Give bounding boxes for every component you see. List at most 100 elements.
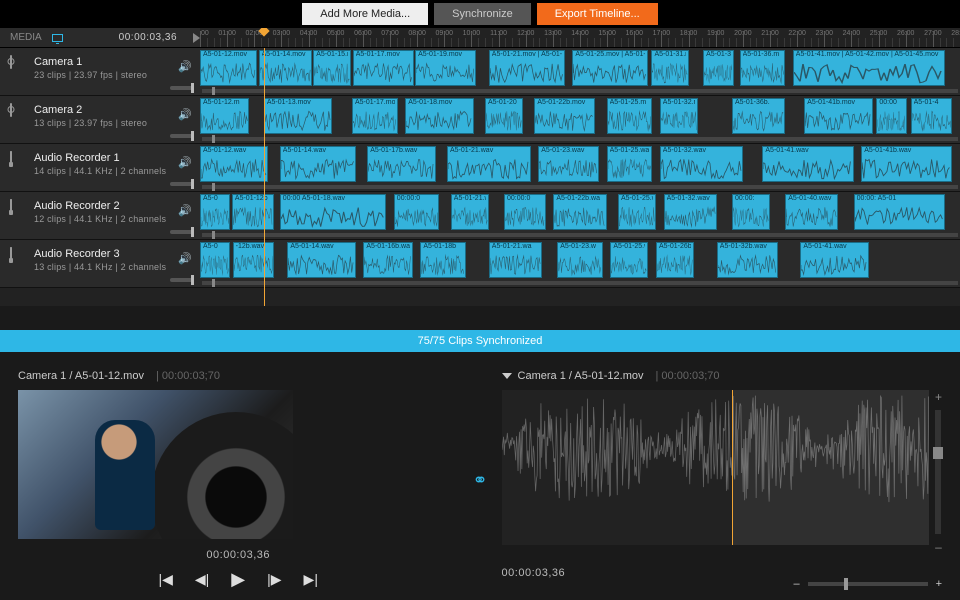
track-volume-slider[interactable]: [170, 230, 194, 234]
track-lane[interactable]: A5-01-12.mA5-01-13.movA5-01-17.movA5-01-…: [200, 96, 960, 143]
clip[interactable]: A5-01-22b.wa: [553, 194, 606, 230]
speaker-icon[interactable]: 🔊: [178, 156, 192, 169]
track-volume-slider[interactable]: [170, 86, 194, 90]
clip[interactable]: A5-01-41b.wav: [861, 146, 952, 182]
clip[interactable]: A5-01-14.mov: [259, 50, 312, 86]
clip[interactable]: A5-01-41.mov | A5-01-42.mov | A5-01-45.m…: [793, 50, 945, 86]
clip[interactable]: A5-01-12.mov: [200, 50, 257, 86]
track-offset-slider[interactable]: [202, 281, 958, 285]
monitor-icon[interactable]: [52, 34, 63, 42]
speaker-icon[interactable]: 🔊: [178, 108, 192, 121]
synchronize-button[interactable]: Synchronize: [434, 3, 531, 25]
track-offset-slider[interactable]: [202, 233, 958, 237]
clip[interactable]: A5-01-12.m: [200, 98, 249, 134]
add-media-button[interactable]: Add More Media...: [302, 3, 428, 25]
clip[interactable]: A5-01-4: [911, 98, 953, 134]
track-volume-slider[interactable]: [170, 278, 194, 282]
clip[interactable]: A5-01-25.w: [618, 194, 656, 230]
clip[interactable]: A5-01-41b.mov: [804, 98, 872, 134]
play-icon[interactable]: [193, 33, 200, 43]
clip[interactable]: 00:00: [876, 98, 906, 134]
clip[interactable]: A5-01-18b: [420, 242, 466, 278]
track-header[interactable]: Camera 123 clips | 23.97 fps | stereo🔊: [0, 48, 200, 95]
waveform-playhead[interactable]: [732, 390, 733, 545]
clip[interactable]: A5-01-16b.wav: [363, 242, 412, 278]
clip[interactable]: A5-01-25.w: [610, 242, 648, 278]
h-zoom-in[interactable]: +: [936, 578, 942, 590]
h-zoom-slider[interactable]: [808, 582, 928, 586]
clip[interactable]: A5-01-25.m: [607, 98, 653, 134]
step-forward-button[interactable]: |▶: [267, 571, 281, 588]
video-preview[interactable]: [18, 390, 293, 539]
track-header[interactable]: Audio Recorder 114 clips | 44.1 KHz | 2 …: [0, 144, 200, 191]
clip[interactable]: 00:00 A5-01-18.wav: [280, 194, 386, 230]
export-timeline-button[interactable]: Export Timeline...: [537, 3, 658, 25]
track-offset-slider[interactable]: [202, 137, 958, 141]
clip[interactable]: A5-01-21.wav: [447, 146, 531, 182]
track-header[interactable]: Audio Recorder 313 clips | 44.1 KHz | 2 …: [0, 240, 200, 287]
clip[interactable]: A5-01-31.m: [651, 50, 689, 86]
track-volume-slider[interactable]: [170, 182, 194, 186]
clip[interactable]: A5-01-19.mov: [415, 50, 476, 86]
clip[interactable]: A5-01-20: [485, 98, 523, 134]
h-zoom-out[interactable]: –: [793, 578, 799, 590]
clip[interactable]: A5-01-14.wav: [287, 242, 355, 278]
clip[interactable]: A5-01-18.mov: [405, 98, 473, 134]
clip[interactable]: A5-01-12b: [232, 194, 274, 230]
track-lane[interactable]: A5-01-12.wav A5-01-14.wav A5-01-17b.wav A5-…: [200, 144, 960, 191]
skip-end-button[interactable]: ▶|: [304, 571, 318, 588]
track-header[interactable]: Camera 213 clips | 23.97 fps | stereo🔊: [0, 96, 200, 143]
speaker-icon[interactable]: 🔊: [178, 252, 192, 265]
track-offset-slider[interactable]: [202, 89, 958, 93]
clip[interactable]: A5-01-17b.wav: [367, 146, 435, 182]
clip[interactable]: A5-01-23.wav: [538, 146, 599, 182]
clip[interactable]: A5-01-25.mov | A5-01-2: [572, 50, 648, 86]
track-lane[interactable]: A5-0-12b.wavA5-01-14.wavA5-01-16b.wavA5-…: [200, 240, 960, 287]
clip[interactable]: 00:00:: [732, 194, 770, 230]
clip[interactable]: A5-01-41.wav: [800, 242, 868, 278]
dropdown-icon[interactable]: [502, 373, 512, 379]
track-header[interactable]: Audio Recorder 212 clips | 44.1 KHz | 2 …: [0, 192, 200, 239]
clip[interactable]: A5-01-41.wav: [762, 146, 853, 182]
clip[interactable]: A5-0: [200, 242, 230, 278]
time-ruler[interactable]: 00:0001:0002:0003:0004:0005:0006:0007:00…: [200, 28, 960, 47]
clip[interactable]: A5-01-21.wa: [451, 194, 489, 230]
clip[interactable]: A5-01-15.r: [313, 50, 351, 86]
clip[interactable]: A5-01-32.wav: [664, 194, 717, 230]
clip[interactable]: 00:00:0: [394, 194, 440, 230]
v-zoom-in[interactable]: +: [935, 390, 942, 404]
clip[interactable]: -12b.wav: [233, 242, 275, 278]
waveform-detail[interactable]: [502, 390, 929, 545]
clip[interactable]: A5-01-26b.: [656, 242, 694, 278]
clip[interactable]: A5-01-13.mov: [264, 98, 332, 134]
link-icon[interactable]: ⚭: [472, 470, 487, 491]
clip[interactable]: A5-0: [200, 194, 230, 230]
clip[interactable]: A5-01-32b.wav: [717, 242, 778, 278]
track-offset-slider[interactable]: [202, 185, 958, 189]
clip[interactable]: A5-01-17.mov: [353, 50, 414, 86]
clip[interactable]: A5-01-23.w: [557, 242, 603, 278]
clip[interactable]: A5-01-12.wav: [200, 146, 268, 182]
clip[interactable]: A5-01-36.m: [740, 50, 786, 86]
clip[interactable]: A5-01-17.mov: [352, 98, 398, 134]
clip[interactable]: A5-01-21.mov | A5-01-22.mov: [489, 50, 565, 86]
clip[interactable]: 00:00:0: [504, 194, 546, 230]
v-zoom-out[interactable]: –: [935, 540, 942, 554]
v-zoom-slider[interactable]: [935, 410, 941, 534]
step-back-button[interactable]: ◀|: [195, 571, 209, 588]
clip[interactable]: A5-01-22b.mov: [534, 98, 595, 134]
clip[interactable]: 00:00: A5-01: [854, 194, 945, 230]
clip[interactable]: A5-01-14.wav: [280, 146, 356, 182]
clip[interactable]: A5-01-36b.: [732, 98, 785, 134]
clip[interactable]: A5-01-32.m: [660, 98, 698, 134]
clip[interactable]: A5-01-40.wav: [785, 194, 838, 230]
clip[interactable]: A5-01-25.wav: [607, 146, 653, 182]
clip[interactable]: A5-01-21.wa: [489, 242, 542, 278]
speaker-icon[interactable]: 🔊: [178, 204, 192, 217]
track-lane[interactable]: A5-01-12.movA5-01-14.movA5-01-15.rA5-01-…: [200, 48, 960, 95]
play-button[interactable]: ▶: [231, 569, 245, 590]
speaker-icon[interactable]: 🔊: [178, 60, 192, 73]
clip[interactable]: A5-01-32.wav: [660, 146, 744, 182]
track-lane[interactable]: A5-0A5-01-12b00:00 A5-01-18.wav00:00:0A5…: [200, 192, 960, 239]
track-volume-slider[interactable]: [170, 134, 194, 138]
